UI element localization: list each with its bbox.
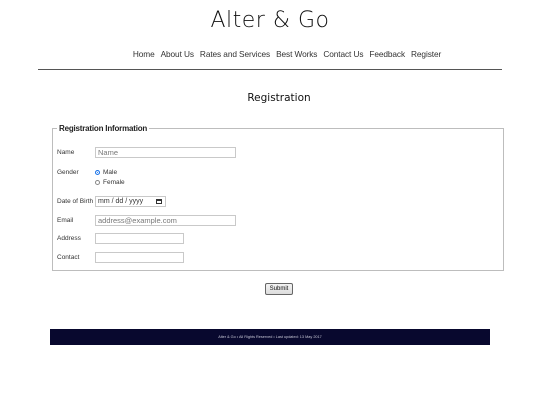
dob-label: Date of Birth [57,198,94,205]
dob-input[interactable]: mm / dd / yyyy [95,196,166,207]
header-divider [38,69,502,70]
page-title: Registration [247,92,311,104]
gender-option-female[interactable]: Female [95,179,125,186]
email-input[interactable]: address@example.com [95,215,236,226]
female-radio[interactable] [95,180,100,185]
name-input[interactable]: Name [95,147,236,158]
calendar-icon[interactable] [156,199,162,204]
nav-about-us[interactable]: About Us [161,49,194,59]
registration-fieldset: Registration Information Name Name Gende… [52,124,504,271]
footer: Alter & Go • All Rights Reserved • Last … [50,329,490,345]
nav-best-works[interactable]: Best Works [276,49,317,59]
page: Alter & Go Home About Us Rates and Servi… [0,0,540,405]
footer-text: Alter & Go • All Rights Reserved • Last … [218,335,322,339]
dob-placeholder: mm / dd / yyyy [98,198,144,205]
contact-input[interactable] [95,252,184,263]
gender-label: Gender [57,169,79,176]
nav-home[interactable]: Home [133,49,155,59]
gender-option-male[interactable]: Male [95,169,117,176]
fieldset-legend: Registration Information [59,124,148,133]
main-nav: Home About Us Rates and Services Best Wo… [0,49,540,59]
submit-button[interactable]: Submit [265,283,293,295]
nav-register[interactable]: Register [411,49,441,59]
address-label: Address [57,235,81,242]
female-radio-label: Female [103,179,125,186]
male-radio-label: Male [103,169,118,176]
male-radio[interactable] [95,170,100,175]
nav-rates-and-services[interactable]: Rates and Services [200,49,270,59]
name-label: Name [57,149,75,156]
contact-label: Contact [57,254,80,261]
nav-feedback[interactable]: Feedback [369,49,405,59]
email-label: Email [57,217,74,224]
site-title: Alter & Go [210,8,330,33]
address-input[interactable] [95,233,184,244]
nav-contact-us[interactable]: Contact Us [323,49,363,59]
